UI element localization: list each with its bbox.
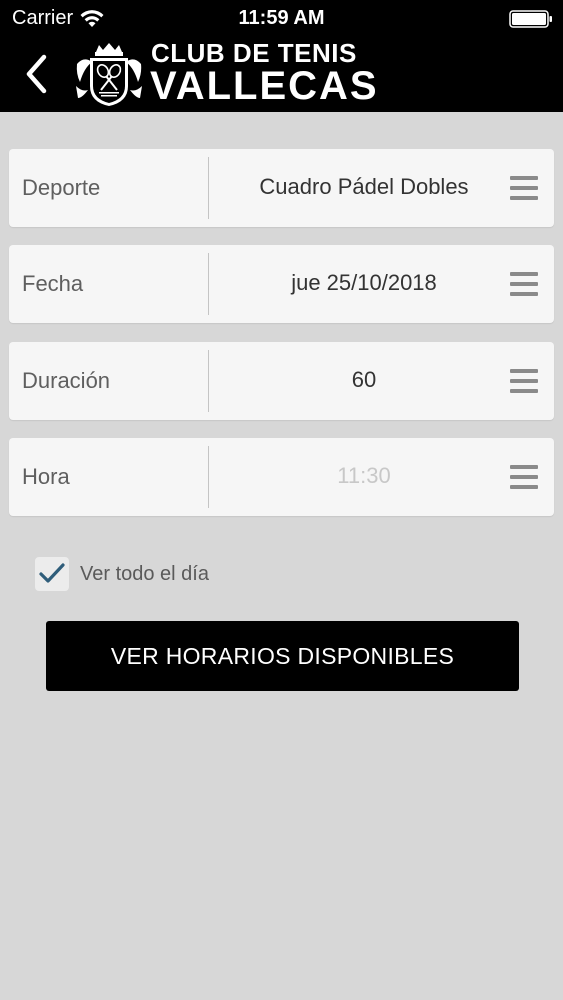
time-selector-row[interactable]: Hora 11:30 (9, 438, 554, 516)
checkmark-icon (39, 563, 65, 583)
menu-icon[interactable] (510, 176, 538, 200)
back-button[interactable] (16, 50, 56, 98)
status-bar: Carrier 11:59 AM (0, 0, 563, 38)
sport-label: Deporte (22, 175, 101, 200)
club-crest-logo (76, 43, 142, 106)
menu-icon[interactable] (510, 369, 538, 393)
battery-icon (509, 10, 552, 28)
show-all-day-option[interactable]: Ver todo el día (35, 556, 209, 592)
show-all-day-checkbox[interactable] (35, 557, 69, 591)
show-all-day-label: Ver todo el día (80, 562, 209, 585)
date-value[interactable]: jue 25/10/2018 (209, 245, 519, 323)
time-label: Hora (22, 464, 70, 489)
sport-value[interactable]: Cuadro Pádel Dobles (209, 149, 519, 227)
status-time: 11:59 AM (238, 7, 325, 29)
duration-selector-row[interactable]: Duración 60 (9, 342, 554, 420)
show-available-times-button[interactable]: VER HORARIOS DISPONIBLES (46, 621, 519, 691)
date-selector-row[interactable]: Fecha jue 25/10/2018 (9, 245, 554, 323)
chevron-left-icon (26, 54, 47, 94)
sport-selector-row[interactable]: Deporte Cuadro Pádel Dobles (9, 149, 554, 227)
menu-icon[interactable] (510, 272, 538, 296)
brand-name-bottom: VALLECAS (150, 64, 379, 108)
menu-icon[interactable] (510, 465, 538, 489)
time-value[interactable]: 11:30 (209, 438, 519, 516)
date-label: Fecha (22, 271, 84, 296)
app-header: Carrier 11:59 AM CLUB DE TENIS VALLECAS (0, 0, 563, 112)
duration-value[interactable]: 60 (209, 342, 519, 420)
duration-label: Duración (22, 368, 111, 393)
